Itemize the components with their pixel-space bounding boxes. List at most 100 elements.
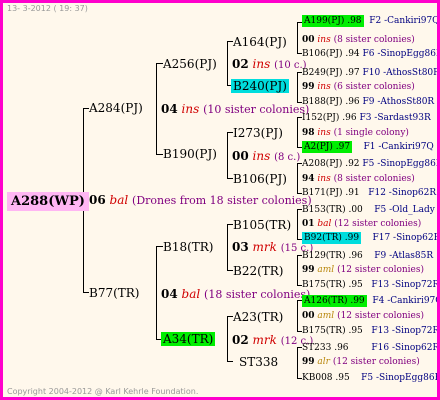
gen4-queen[interactable]: B249(PJ) .97 (302, 68, 360, 78)
connector (227, 41, 228, 85)
gen4-row: A208(PJ) .92 F5 -SinopEgg86R (302, 159, 440, 169)
gen2-queen[interactable]: B18(TR) (163, 241, 214, 253)
gen4-queen[interactable]: KB008 .95 (302, 373, 350, 383)
root-mark: bal (109, 193, 129, 207)
connector (297, 347, 298, 378)
connector (156, 63, 163, 64)
gen4-note: (6 sister colonies) (333, 82, 415, 92)
gen2-mark: ins (252, 149, 271, 163)
root-queen[interactable]: A288(WP) (7, 192, 89, 211)
sire-info: 04 ins (10 sister colonies) (161, 103, 309, 115)
gen4-breeder: F9 -Atlas85R (374, 251, 434, 261)
gen4-queen[interactable]: B188(PJ) .96 (302, 97, 360, 107)
gen2-year: 02 (232, 57, 249, 71)
gen3-queen[interactable]: A23(TR) (233, 311, 283, 323)
gen2-year: 02 (232, 333, 249, 347)
gen4-note: (12 sister colonies) (337, 265, 424, 275)
gen4-row: B171(PJ) .91 F12 -Sinop62R (302, 189, 436, 198)
connector (227, 361, 233, 362)
connector (227, 132, 228, 178)
gen4-year: 94 (302, 174, 315, 184)
gen4-row: A126(TR) .99 F4 -Cankiri97Q (302, 295, 440, 307)
gen4-queen[interactable]: B171(PJ) .91 (302, 188, 360, 198)
gen2-note: (8 c.) (274, 152, 301, 163)
gen4-row: B175(TR) .95 F13 -Sinop72R (302, 280, 440, 290)
gen4-row: B129(TR) .96 F9 -Atlas85R (302, 252, 433, 261)
gen4-row: 99 alr (12 sister colonies) (302, 358, 420, 367)
gen4-row: B92(TR) .99 F17 -Sinop62R (302, 232, 440, 244)
connector (227, 316, 228, 361)
gen3-queen[interactable]: B240(PJ) (231, 79, 289, 93)
gen4-breeder: F6 -SinopEgg86R (362, 49, 440, 59)
gen2-mark: mrk (252, 240, 277, 254)
gen4-mark: aml (317, 265, 335, 275)
sire-year: 04 (161, 102, 178, 116)
root-note: (Drones from 18 sister colonies) (132, 194, 312, 207)
gen4-queen[interactable]: A199(PJ) .98 (302, 15, 364, 27)
connector (297, 163, 298, 193)
gen4-year: 01 (302, 219, 315, 229)
pedigree-chart: { "header": { "date": "13- 3-2012 ( 19: … (0, 0, 440, 400)
gen3-queen[interactable]: ST338 (239, 356, 278, 368)
gen2-queen[interactable]: A34(TR) (161, 332, 216, 346)
gen4-breeder: F17 -Sinop62R (372, 233, 440, 243)
gen4-queen[interactable]: A2(PJ) .97 (302, 141, 353, 153)
gen3-queen[interactable]: B22(TR) (233, 265, 284, 277)
gen4-year: 99 (302, 82, 315, 92)
gen4-row: B153(TR) .00 F5 -Old_Lady (302, 206, 435, 215)
gen4-queen[interactable]: ST233 .96 (302, 343, 349, 353)
gen2-mark: mrk (252, 333, 277, 347)
gen4-queen[interactable]: A126(TR) .99 (302, 295, 367, 307)
gen4-breeder: F12 -Sinop62R (368, 188, 437, 198)
gen4-queen[interactable]: B153(TR) .00 (302, 205, 363, 215)
gen4-breeder: F10 -AthosSt80R (362, 68, 440, 78)
gen2-queen[interactable]: B190(PJ) (163, 148, 217, 160)
gen4-row: B188(PJ) .96 F9 -AthosSt80R (302, 98, 434, 107)
gen4-breeder: F13 -Sinop72R (371, 326, 440, 336)
gen4-queen[interactable]: I152(PJ) .96 (302, 113, 357, 123)
gen4-queen[interactable]: B106(PJ) .94 (302, 49, 360, 59)
gen4-year: 00 (302, 35, 315, 45)
gen4-row: 94 ins (8 sister colonies) (302, 175, 415, 184)
connector (297, 209, 298, 239)
gen4-note: (8 sister colonies) (333, 35, 415, 45)
gen3-queen[interactable]: I273(PJ) (233, 127, 283, 139)
gen4-mark: alr (317, 357, 330, 367)
dam-queen[interactable]: B77(TR) (89, 287, 140, 299)
connector (227, 224, 228, 270)
gen4-row: A2(PJ) .97 F1 -Cankiri97Q (302, 141, 434, 153)
gen4-breeder: F9 -AthosSt80R (362, 97, 435, 107)
gen4-breeder: F1 -Cankiri97Q (363, 142, 434, 152)
gen2-year: 00 (232, 149, 249, 163)
gen3-queen[interactable]: A164(PJ) (233, 36, 287, 48)
gen4-queen[interactable]: B175(TR) .95 (302, 280, 363, 290)
connector (297, 300, 298, 331)
gen4-queen[interactable]: B129(TR) .96 (302, 251, 363, 261)
gen4-breeder: F4 -Cankiri97Q (372, 296, 440, 306)
gen4-row: B106(PJ) .94 F6 -SinopEgg86R (302, 49, 440, 59)
gen3-queen[interactable]: B105(TR) (233, 219, 291, 231)
connector (156, 246, 157, 339)
dam-info: 04 bal (18 sister colonies) (161, 288, 310, 300)
dam-year: 04 (161, 287, 178, 301)
gen4-queen[interactable]: A208(PJ) .92 (302, 159, 360, 169)
gen4-row: 98 ins (1 single colony) (302, 129, 409, 138)
gen4-breeder: F13 -Sinop72R (371, 280, 440, 290)
connector (156, 246, 163, 247)
sire-queen[interactable]: A284(PJ) (89, 102, 143, 114)
gen4-row: A199(PJ) .98 F2 -Cankiri97Q (302, 15, 440, 27)
gen3-queen[interactable]: B106(PJ) (233, 173, 287, 185)
connector (297, 72, 298, 102)
gen4-queen[interactable]: B92(TR) .99 (302, 232, 362, 244)
gen4-year: 00 (302, 311, 315, 321)
date-header: 13- 3-2012 ( 19: 37) (7, 4, 88, 13)
gen4-breeder: F5 -SinopEgg86R (362, 159, 440, 169)
gen2-mark: ins (252, 57, 271, 71)
gen4-breeder: F2 -Cankiri97Q (369, 16, 440, 26)
gen4-year: 98 (302, 128, 315, 138)
sire-mark: ins (181, 102, 200, 116)
gen4-queen[interactable]: B175(TR) .95 (302, 326, 363, 336)
root-info: 06 bal (Drones from 18 sister colonies) (89, 194, 312, 206)
gen2-queen[interactable]: A256(PJ) (163, 58, 217, 70)
gen4-note: (12 sister colonies) (337, 311, 424, 321)
